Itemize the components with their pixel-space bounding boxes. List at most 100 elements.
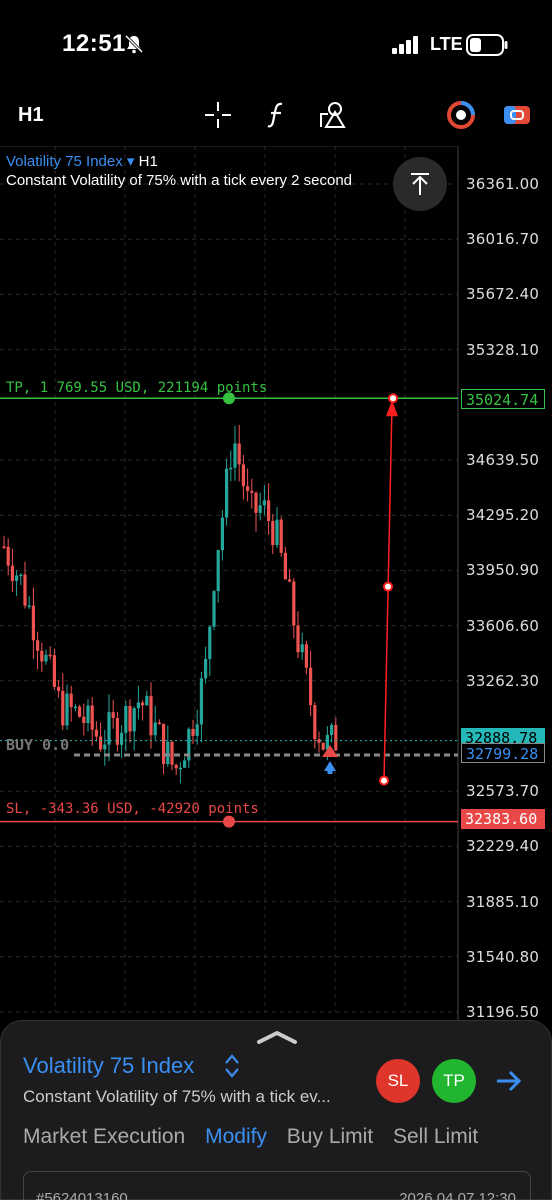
account-toggle-icon[interactable] xyxy=(502,100,532,130)
timeframe-selector[interactable]: H1 xyxy=(18,104,44,127)
chevron-down-icon[interactable]: ▾ xyxy=(127,153,135,170)
battery-icon xyxy=(466,34,508,56)
candle-bullish xyxy=(120,732,124,745)
price-scale-label: 34639.50 xyxy=(466,451,540,469)
candle-bearish xyxy=(82,716,86,724)
chart-symbol-name[interactable]: Volatility 75 Index xyxy=(6,153,123,170)
tab-buy-limit[interactable]: Buy Limit xyxy=(287,1125,373,1148)
entry-price-tag: 32799.28 xyxy=(461,743,545,763)
sheet-symbol-description: Constant Volatility of 75% with a tick e… xyxy=(23,1087,331,1106)
candle-bullish xyxy=(275,519,279,546)
cellular-signal-icon xyxy=(392,36,418,54)
price-scale-label: 35672.40 xyxy=(466,285,540,304)
order-sheet[interactable]: Volatility 75 Index Constant Volatility … xyxy=(0,1020,552,1200)
candle-bearish xyxy=(40,650,44,662)
price-scale-label: 31196.50 xyxy=(466,1003,540,1021)
price-chart[interactable]: Volatility 75 Index ▾ H1 Constant Volati… xyxy=(0,146,552,1026)
candle-bullish xyxy=(124,705,128,733)
price-scale-label: 31885.10 xyxy=(466,892,540,911)
candle-bullish xyxy=(183,760,187,768)
candle-bullish xyxy=(212,591,216,627)
candle-bullish xyxy=(199,678,203,725)
function-icon[interactable] xyxy=(262,100,292,130)
price-scale-label: 33606.60 xyxy=(466,616,540,635)
candle-bullish xyxy=(216,550,220,592)
candle-bullish xyxy=(132,708,136,732)
candle-bearish xyxy=(69,693,73,708)
price-scale-label: 32229.40 xyxy=(466,837,540,856)
trend-arrow-anchor xyxy=(379,775,389,786)
chart-symbol-header[interactable]: Volatility 75 Index ▾ H1 xyxy=(6,152,158,170)
stop-loss-price-tag: 32383.60 xyxy=(461,809,545,829)
price-scale-label: 33262.30 xyxy=(466,671,540,690)
candle-bearish xyxy=(99,736,103,750)
price-scale-label: 33950.90 xyxy=(466,561,540,580)
status-time: 12:51 xyxy=(62,30,126,57)
candle-bullish xyxy=(153,722,157,736)
price-scale-label: 31540.80 xyxy=(466,947,540,966)
candle-bearish xyxy=(23,574,27,606)
tab-market-execution[interactable]: Market Execution xyxy=(23,1125,185,1148)
order-selector[interactable]: #5624013160 2026.04.07 12:30 xyxy=(23,1171,531,1200)
quotes-toggle-icon[interactable] xyxy=(446,100,476,130)
chart-timeframe: H1 xyxy=(138,153,158,170)
candle-bearish xyxy=(52,655,56,687)
status-bar: 12:51 LTE xyxy=(0,0,552,90)
candle-bullish xyxy=(86,705,90,724)
candle-bearish xyxy=(10,565,14,581)
candle-bullish xyxy=(208,626,212,659)
candle-bearish xyxy=(283,552,287,580)
sheet-symbol-name[interactable]: Volatility 75 Index xyxy=(23,1053,194,1079)
trend-arrow-anchor xyxy=(388,393,398,404)
candle-bearish xyxy=(90,705,94,730)
chart-symbol-description: Constant Volatility of 75% with a tick e… xyxy=(6,172,353,189)
scroll-to-top-button[interactable] xyxy=(393,157,447,211)
candle-bearish xyxy=(141,702,145,706)
trend-arrow-line xyxy=(383,404,393,781)
candle-bearish xyxy=(170,741,174,765)
candle-bullish xyxy=(233,443,237,468)
stop-loss-button[interactable]: SL xyxy=(376,1059,420,1103)
symbol-switch-icon[interactable] xyxy=(223,1053,241,1079)
position-label[interactable]: BUY 0.0 xyxy=(6,736,69,754)
candle-bearish xyxy=(304,644,308,668)
take-profit-button[interactable]: TP xyxy=(432,1059,476,1103)
candle-bullish xyxy=(65,693,69,726)
price-scale-label: 36361.00 xyxy=(466,175,540,193)
price-scale-label: 36016.70 xyxy=(466,230,540,249)
tab-modify[interactable]: Modify xyxy=(205,1125,267,1148)
stop-loss-line-label[interactable]: SL, -343.36 USD, -42920 points xyxy=(6,801,259,817)
take-profit-price-tag: 35024.74 xyxy=(461,389,545,409)
candle-bearish xyxy=(94,729,98,737)
candle-bearish xyxy=(162,723,166,765)
crosshair-icon[interactable] xyxy=(203,100,233,130)
network-type: LTE xyxy=(430,34,463,54)
candle-bearish xyxy=(31,605,35,641)
candle-bearish xyxy=(296,625,300,653)
arrow-to-top-icon xyxy=(411,173,429,195)
candle-bearish xyxy=(48,654,52,657)
candle-bullish xyxy=(262,500,266,506)
candle-bullish xyxy=(225,468,229,518)
candle-bearish xyxy=(57,686,61,691)
order-time: 2026.04.07 12:30 xyxy=(399,1190,516,1200)
price-scale-label: 34295.20 xyxy=(466,506,540,525)
candle-bullish xyxy=(258,505,262,513)
bell-off-icon xyxy=(124,34,144,54)
candle-bullish xyxy=(229,467,233,470)
tab-sell-limit[interactable]: Sell Limit xyxy=(393,1125,478,1148)
objects-icon[interactable] xyxy=(318,100,348,130)
candle-bullish xyxy=(44,654,48,662)
candle-bearish xyxy=(271,520,275,546)
arrow-right-icon[interactable] xyxy=(493,1065,525,1097)
order-id: #5624013160 xyxy=(36,1190,128,1200)
candle-bullish xyxy=(27,605,31,608)
candle-bullish xyxy=(166,741,170,765)
candle-bearish xyxy=(2,546,6,548)
candle-bullish xyxy=(178,767,182,770)
candle-bearish xyxy=(241,464,245,487)
sheet-handle-icon[interactable] xyxy=(256,1029,298,1045)
take-profit-line-label[interactable]: TP, 1 769.55 USD, 221194 points xyxy=(6,380,267,396)
candle-bearish xyxy=(149,695,153,736)
chart-toolbar: H1 xyxy=(0,92,552,138)
